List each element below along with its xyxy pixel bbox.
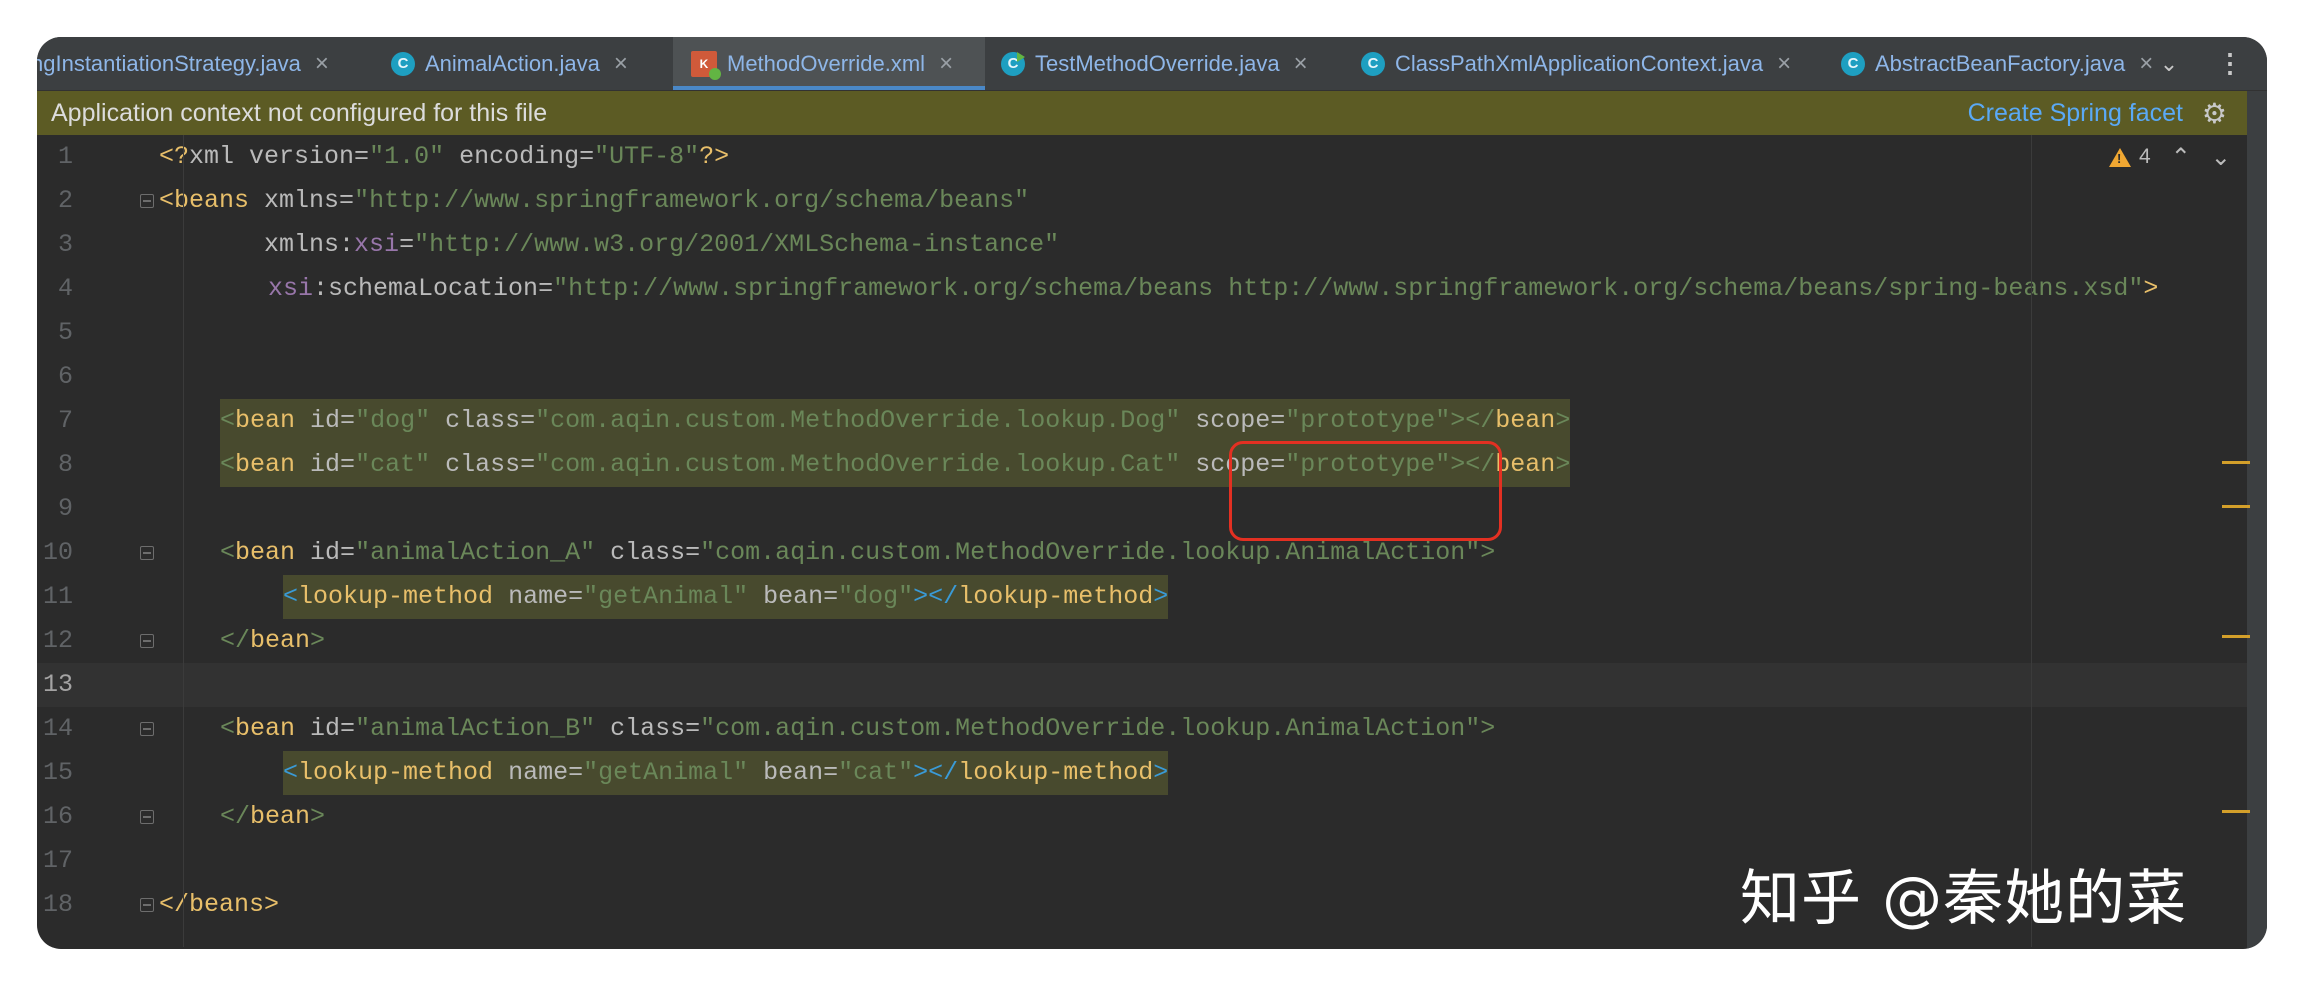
line-number: 18 [42,890,73,919]
inspection-widget[interactable]: 4 ⌃ ⌄ [2109,139,2231,175]
code-line: 7 <bean id="dog" class="com.aqin.custom.… [37,399,2247,443]
code-line: 6 [37,355,2247,399]
line-number: 9 [57,494,73,523]
more-options-icon[interactable]: ⋮ [2215,37,2245,90]
right-tool-window-bar [2247,91,2267,949]
xml-file-icon: K [691,50,721,80]
code-text: </beans> [159,890,280,919]
tab-label: AnimalAction.java [425,50,600,76]
banner-message: Application context not configured for t… [51,98,548,127]
code-line: 12 </bean> [37,619,2247,663]
line-number: 1 [57,142,73,171]
code-text: <?xml version="1.0" encoding="UTF-8"?> [159,142,730,171]
java-class-icon: C [1841,51,1865,76]
warning-stripe-marker[interactable] [2222,461,2250,464]
fold-icon[interactable] [140,722,154,736]
close-icon[interactable]: × [1777,50,1791,78]
tab-animal-action[interactable]: C AnimalAction.java × [375,37,673,90]
code-line: 14 <bean id="animalAction_B" class="com.… [37,707,2247,751]
code-text: <lookup-method name="getAnimal" bean="ca… [283,751,1169,795]
code-text: <bean id="animalAction_B" class="com.aqi… [220,714,1496,743]
tab-classpath-xml-application-context[interactable]: C ClassPathXmlApplicationContext.java × [1345,37,1825,90]
warning-stripe-marker[interactable] [2222,505,2250,508]
line-number: 6 [57,362,73,391]
code-text: <bean id="dog" class="com.aqin.custom.Me… [220,399,1571,443]
code-line: 2 <beans xmlns="http://www.springframewo… [37,179,2247,223]
warning-count: 4 [2139,145,2151,168]
close-icon[interactable]: × [315,50,329,78]
code-line: 4 xsi:schemaLocation="http://www.springf… [37,267,2247,311]
code-text: <lookup-method name="getAnimal" bean="do… [283,575,1169,619]
java-test-class-icon: C [1001,51,1025,76]
indent-guide [183,135,184,947]
fold-icon[interactable] [140,194,154,208]
code-editor[interactable]: 1 <?xml version="1.0" encoding="UTF-8"?>… [37,135,2247,949]
tab-label: AbstractBeanFactory.java [1875,50,2126,76]
code-line: 11 <lookup-method name="getAnimal" bean=… [37,575,2247,619]
line-number: 13 [42,670,73,699]
gear-icon[interactable]: ⚙ [2202,97,2227,130]
tab-label: MethodOverride.xml [727,50,926,76]
line-number: 16 [42,802,73,831]
java-class-icon: C [391,51,415,76]
fold-icon[interactable] [140,546,154,560]
close-icon[interactable]: × [939,50,953,78]
spring-notification-banner: Application context not configured for t… [37,91,2247,135]
tab-label: ngInstantiationStrategy.java [37,50,301,76]
line-number: 4 [57,274,73,303]
code-line: 5 [37,311,2247,355]
line-number: 12 [42,626,73,655]
next-highlight-icon[interactable]: ⌄ [2211,143,2231,172]
code-text: </bean> [220,802,326,831]
tab-abstract-bean-factory[interactable]: C AbstractBeanFactory.java × [1825,37,2165,90]
right-margin-guide [2031,135,2032,947]
tab-instantiation-strategy[interactable]: ngInstantiationStrategy.java × [37,37,375,90]
code-text: xmlns:xsi="http://www.w3.org/2001/XMLSch… [159,230,1060,259]
java-class-icon: C [1361,51,1385,76]
tab-list-chevron-icon[interactable]: ⌄ [2149,37,2189,90]
line-number: 11 [42,582,73,611]
line-number: 15 [42,758,73,787]
tab-method-override-xml[interactable]: K MethodOverride.xml × [673,37,985,90]
code-line: 10 <bean id="animalAction_A" class="com.… [37,531,2247,575]
tab-label: ClassPathXmlApplicationContext.java [1395,50,1764,76]
fold-icon[interactable] [140,810,154,824]
line-number: 17 [42,846,73,875]
warning-icon [2109,147,2131,167]
watermark: 知乎 @秦她的菜 [1740,864,2188,934]
code-line: 3 xmlns:xsi="http://www.w3.org/2001/XMLS… [37,223,2247,267]
code-text: <beans xmlns="http://www.springframework… [159,186,1030,215]
code-line: 8 <bean id="cat" class="com.aqin.custom.… [37,443,2247,487]
close-icon[interactable]: × [1294,50,1308,78]
code-text: </bean> [220,626,326,655]
line-number: 8 [57,450,73,479]
line-number: 7 [57,406,73,435]
code-line: 1 <?xml version="1.0" encoding="UTF-8"?> [37,135,2247,179]
tab-test-method-override[interactable]: C TestMethodOverride.java × [985,37,1345,90]
line-number: 3 [57,230,73,259]
close-icon[interactable]: × [614,50,628,78]
fold-icon[interactable] [140,898,154,912]
fold-icon[interactable] [140,634,154,648]
line-number: 10 [42,538,73,567]
warning-stripe-marker[interactable] [2222,635,2250,638]
code-line-current: 13 [37,663,2247,707]
line-number: 5 [57,318,73,347]
ide-window: ngInstantiationStrategy.java × C AnimalA… [37,37,2267,949]
scope-callout-box [1229,441,1502,541]
code-text: xsi:schemaLocation="http://www.springfra… [268,274,2159,303]
editor-tab-bar: ngInstantiationStrategy.java × C AnimalA… [37,37,2267,91]
tab-label: TestMethodOverride.java [1035,50,1280,76]
code-line: 16 </bean> [37,795,2247,839]
create-spring-facet-link[interactable]: Create Spring facet [1968,99,2183,128]
code-line: 15 <lookup-method name="getAnimal" bean=… [37,751,2247,795]
previous-highlight-icon[interactable]: ⌃ [2171,143,2191,172]
line-number: 2 [57,186,73,215]
warning-stripe-marker[interactable] [2222,810,2250,813]
line-number: 14 [42,714,73,743]
code-line: 9 [37,487,2247,531]
